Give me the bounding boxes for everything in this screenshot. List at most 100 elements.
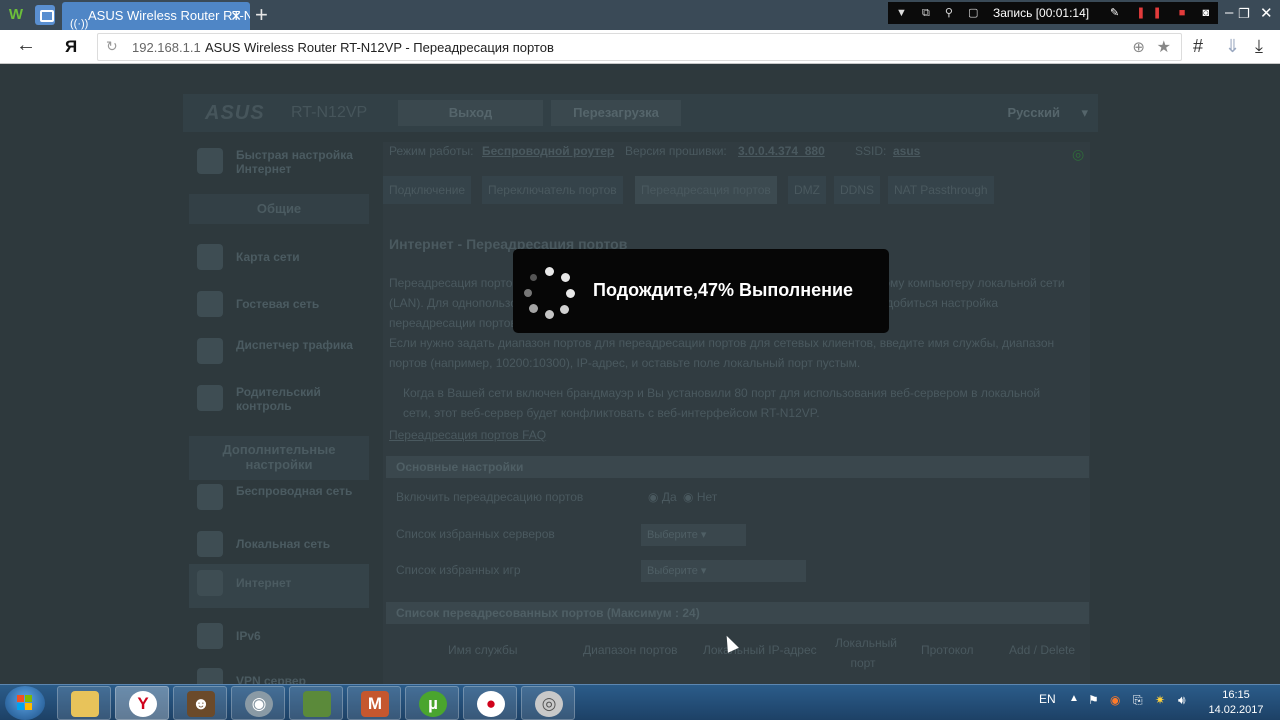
url-input[interactable]: ↻ 192.168.1.1 ASUS Wireless Router RT-N1…	[97, 33, 1182, 61]
wireless-icon	[197, 484, 223, 510]
sidebar-item-lan[interactable]: Локальная сеть	[189, 525, 369, 569]
sidebar-item-traffic-manager[interactable]: Диспетчер трафика	[189, 332, 369, 376]
radio-no[interactable]: ◉ Нет	[683, 490, 717, 504]
games-list-label: Список избранных игр	[396, 563, 521, 577]
tray-flag-icon[interactable]: ⚑	[1088, 693, 1099, 707]
tab-port-forwarding[interactable]: Переадресация портов	[635, 176, 777, 204]
reboot-button[interactable]: Перезагрузка	[551, 100, 681, 126]
sidebar-item-vpn[interactable]: VPN сервер	[189, 662, 369, 684]
tab-overview-icon[interactable]	[35, 5, 55, 25]
new-tab-button[interactable]: +	[255, 2, 268, 28]
loading-spinner-icon	[523, 267, 575, 319]
ssid-label: SSID:	[855, 144, 887, 158]
tray-expand-icon[interactable]: ▲	[1069, 693, 1079, 704]
yandex-logo-icon[interactable]: Я	[65, 37, 77, 57]
server-list-select[interactable]: Выберите ▾	[641, 524, 746, 546]
ssid-value-link[interactable]: asus	[893, 144, 920, 158]
basic-settings-header: Основные настройки	[386, 456, 1089, 478]
sidebar-item-guest-network[interactable]: Гостевая сеть	[189, 285, 369, 329]
faq-link[interactable]: Переадресация портов FAQ	[389, 428, 546, 442]
taskbar-app-avatar[interactable]: ☻	[173, 686, 227, 720]
firmware-value-link[interactable]: 3.0.0.4.374_880	[738, 144, 825, 158]
bookmark-star-icon[interactable]: ★	[1157, 37, 1171, 57]
traffic-chart-icon	[197, 338, 223, 364]
office-icon: M	[361, 691, 389, 717]
lan-icon	[197, 531, 223, 557]
note-line: Когда в Вашей сети включен брандмауэр и …	[403, 386, 1041, 400]
description-line: Если нужно задать диапазон портов для пе…	[389, 336, 1055, 350]
folder-icon	[71, 691, 99, 717]
sidebar-item-wireless[interactable]: Беспроводная сеть	[189, 478, 369, 522]
disc-icon: ◉	[245, 691, 273, 717]
lock-icon	[197, 385, 223, 411]
description-line: портов (например, 10200:10300), IP-адрес…	[389, 356, 861, 370]
sidebar-item-quick-setup[interactable]: Быстрая настройка Интернет	[189, 142, 369, 186]
grid-icon[interactable]: #	[1193, 36, 1203, 57]
tray-app-icon[interactable]: ◉	[1110, 693, 1120, 707]
sidebar-item-parental-control[interactable]: Родительский контроль	[189, 379, 369, 423]
app-logo-icon[interactable]: W	[6, 5, 26, 25]
chevron-down-icon[interactable]: ▾	[1081, 105, 1088, 121]
language-select[interactable]: Русский	[1007, 105, 1060, 120]
router-model: RT-N12VP	[291, 104, 368, 121]
close-icon[interactable]: ✕	[230, 2, 242, 30]
tray-usb-icon[interactable]: ⎘	[1133, 693, 1143, 708]
radio-yes[interactable]: ◉ Да	[648, 490, 677, 504]
column-header: Имя службы	[448, 643, 518, 657]
protect-icon[interactable]: ⊕	[1132, 38, 1145, 56]
taskbar-recorder[interactable]: ●	[463, 686, 517, 720]
taskbar-minecraft[interactable]	[289, 686, 343, 720]
sidebar-item-internet[interactable]: Интернет	[189, 564, 369, 608]
taskbar-disc-app[interactable]: ◉	[231, 686, 285, 720]
download-arrow-icon[interactable]: ⇓	[1225, 36, 1240, 57]
url-host: 192.168.1.1	[132, 40, 201, 55]
clock-date: 14.02.2017	[1208, 704, 1264, 716]
tab-dmz[interactable]: DMZ	[788, 176, 826, 204]
taskbar-clock[interactable]: 16:15 14.02.2017	[1206, 688, 1266, 718]
asus-logo: ASUS	[205, 102, 265, 124]
language-indicator[interactable]: EN	[1039, 692, 1056, 706]
window-close-icon[interactable]: ✕	[1260, 4, 1273, 22]
start-button[interactable]	[5, 686, 45, 720]
recorder-controls-icon[interactable]: ▼ ⧉ ⚲ ▢	[896, 2, 984, 24]
column-header: Диапазон портов	[583, 643, 678, 657]
speaker-app-icon: ◎	[535, 691, 563, 717]
taskbar-yandex-browser[interactable]: Y	[115, 686, 169, 720]
minimize-icon[interactable]: –	[1225, 4, 1233, 21]
ipv6-icon	[197, 623, 223, 649]
downloads-icon[interactable]: ⤓	[1255, 36, 1263, 57]
tab-connection[interactable]: Подключение	[383, 176, 472, 204]
volume-icon[interactable]: 🔊︎	[1178, 693, 1186, 708]
maximize-icon[interactable]: ❐	[1238, 6, 1250, 22]
router-header: ASUS RT-N12VP Выход Перезагрузка Русский…	[183, 94, 1098, 132]
tab-title: ASUS Wireless Router RT-N12VP	[88, 8, 250, 23]
tab-port-switch[interactable]: Переключатель портов	[482, 176, 623, 204]
mode-value-link[interactable]: Беспроводной роутер	[482, 144, 614, 158]
avatar-app-icon: ☻	[187, 691, 215, 717]
network-map-icon	[197, 244, 223, 270]
sidebar-item-ipv6[interactable]: IPv6	[189, 617, 369, 661]
address-bar-row: ← Я ↻ 192.168.1.1 ASUS Wireless Router R…	[0, 30, 1280, 64]
taskbar-audio-app[interactable]: ◎	[521, 686, 575, 720]
taskbar-utorrent[interactable]: µ	[405, 686, 459, 720]
back-arrow-icon[interactable]: ←	[16, 34, 36, 57]
router-sidebar: Быстрая настройка Интернет Общие Карта с…	[189, 142, 369, 684]
server-list-label: Список избранных серверов	[396, 527, 555, 541]
windows-logo-icon	[17, 695, 33, 711]
logout-button[interactable]: Выход	[398, 100, 543, 126]
games-list-select[interactable]: Выберите ▾	[641, 560, 806, 582]
recorder-label: Запись [00:01:14]	[993, 6, 1090, 20]
tab-nat-passthrough[interactable]: NAT Passthrough	[888, 176, 994, 204]
column-header: Локальный порт	[835, 636, 897, 670]
tab-ddns[interactable]: DDNS	[834, 176, 881, 204]
taskbar-explorer[interactable]	[57, 686, 111, 720]
router-page: ASUS RT-N12VP Выход Перезагрузка Русский…	[0, 64, 1280, 684]
sidebar-item-network-map[interactable]: Карта сети	[189, 238, 369, 282]
firmware-label: Версия прошивки:	[625, 144, 727, 158]
reload-icon[interactable]: ↻	[106, 38, 118, 55]
sidebar-section-general: Общие	[189, 194, 369, 224]
taskbar-office[interactable]: M	[347, 686, 401, 720]
url-page-title: ASUS Wireless Router RT-N12VP - Переадре…	[205, 40, 554, 55]
tray-network-icon[interactable]: ✷	[1155, 693, 1165, 707]
browser-tab-router[interactable]: ((·)) ASUS Wireless Router RT-N12VP ✕	[62, 2, 250, 30]
